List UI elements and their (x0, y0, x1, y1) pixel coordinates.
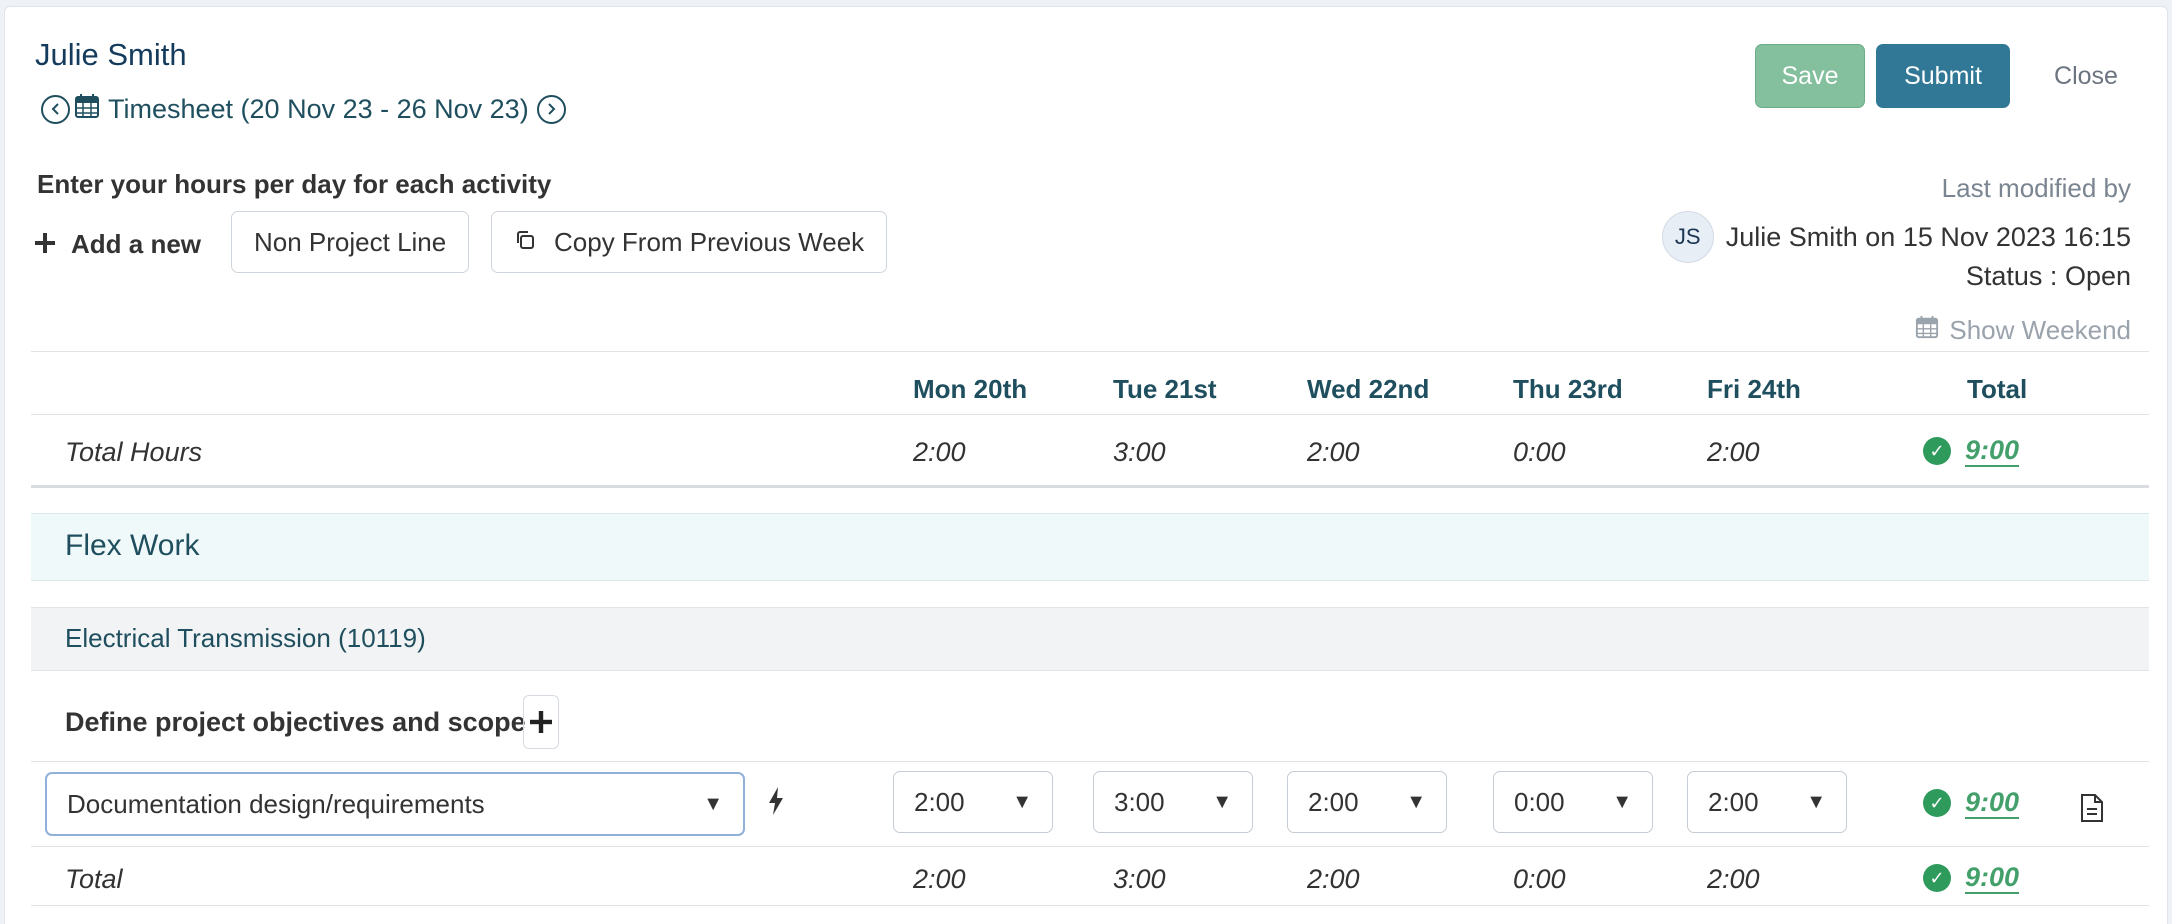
activity-hours-sum[interactable]: ✓ 9:00 (1923, 787, 2020, 819)
status-text: Status : Open (1965, 261, 2131, 291)
close-button[interactable]: Close (2031, 44, 2141, 108)
activity-value: Documentation design/requirements (67, 788, 485, 819)
timesheet-label: Timesheet (20 Nov 23 - 26 Nov 23) (108, 93, 529, 124)
calendar-icon (74, 93, 100, 126)
hours-value: 2:00 (1708, 786, 1759, 817)
hours-select-tue[interactable]: 3:00 ▼ (1093, 771, 1253, 833)
day-header-thu: Thu 23rd (1513, 374, 1623, 404)
caret-down-icon: ▼ (1212, 790, 1232, 813)
last-modified-label: Last modified by (1941, 173, 2131, 203)
document-icon[interactable] (2079, 793, 2105, 828)
check-circle-icon: ✓ (1923, 789, 1951, 817)
plus-icon (530, 704, 552, 741)
divider (31, 485, 2149, 488)
modified-text: Julie Smith on 15 Nov 2023 16:15 (1725, 221, 2131, 252)
section-total-fri: 2:00 (1707, 864, 1760, 894)
timesheet-period: Timesheet (20 Nov 23 - 26 Nov 23) (41, 91, 566, 127)
add-new-text: Add a new (71, 229, 202, 259)
total-hours-mon: 2:00 (913, 437, 966, 467)
hours-value: 2:00 (1308, 786, 1359, 817)
check-circle-icon: ✓ (1923, 864, 1951, 892)
hours-value: 2:00 (914, 786, 965, 817)
plus-icon (35, 229, 55, 260)
instruction-text: Enter your hours per day for each activi… (37, 169, 552, 199)
total-header: Total (1967, 374, 2028, 404)
timesheet-card: Julie Smith Timesheet (20 Nov 23 - 26 No… (4, 6, 2168, 924)
hours-select-fri[interactable]: 2:00 ▼ (1687, 771, 1847, 833)
copy-label: Copy From Previous Week (554, 226, 865, 257)
activity-hours-sum-value: 9:00 (1965, 787, 2020, 819)
divider (31, 846, 2149, 847)
caret-down-icon: ▼ (1806, 790, 1826, 813)
day-header-tue: Tue 21st (1113, 374, 1217, 404)
total-hours-label: Total Hours (65, 437, 203, 467)
total-hours-thu: 0:00 (1513, 437, 1566, 467)
total-hours-sum-value: 9:00 (1965, 435, 2020, 467)
section-band (31, 513, 2149, 581)
save-button[interactable]: Save (1755, 44, 1865, 108)
total-hours-tue: 3:00 (1113, 437, 1166, 467)
section-total-tue: 3:00 (1113, 864, 1166, 894)
section-total-sum-value: 9:00 (1965, 862, 2020, 894)
modified-info: JS Julie Smith on 15 Nov 2023 16:15 (1661, 211, 2131, 263)
submit-button[interactable]: Submit (1876, 44, 2010, 108)
user-name: Julie Smith (35, 37, 187, 72)
total-hours-wed: 2:00 (1307, 437, 1360, 467)
day-header-mon: Mon 20th (913, 374, 1028, 404)
section-total-label: Total (65, 864, 123, 894)
check-circle-icon: ✓ (1923, 437, 1951, 465)
previous-week-icon[interactable] (41, 94, 70, 124)
divider (31, 414, 2149, 415)
caret-down-icon: ▼ (703, 792, 723, 815)
non-project-label: Non Project Line (254, 226, 447, 257)
caret-down-icon: ▼ (1012, 790, 1032, 813)
total-hours-fri: 2:00 (1707, 437, 1760, 467)
section-total-wed: 2:00 (1307, 864, 1360, 894)
total-hours-sum[interactable]: ✓ 9:00 (1923, 435, 2020, 467)
divider (31, 905, 2149, 906)
task-title: Define project objectives and scope (65, 707, 526, 737)
project-title: Electrical Transmission (10119) (65, 623, 426, 653)
non-project-line-button[interactable]: Non Project Line (231, 211, 470, 273)
activity-select[interactable]: Documentation design/requirements ▼ (45, 772, 745, 836)
day-header-fri: Fri 24th (1707, 374, 1801, 404)
divider (31, 761, 2149, 762)
avatar: JS (1661, 211, 1714, 263)
add-activity-button[interactable] (523, 695, 559, 749)
hours-select-thu[interactable]: 0:00 ▼ (1493, 771, 1653, 833)
copy-icon (514, 227, 536, 258)
show-weekend-label: Show Weekend (1949, 315, 2131, 345)
section-total-mon: 2:00 (913, 864, 966, 894)
hours-select-mon[interactable]: 2:00 ▼ (893, 771, 1053, 833)
calendar-icon (1915, 315, 1939, 346)
hours-select-wed[interactable]: 2:00 ▼ (1287, 771, 1447, 833)
divider (31, 351, 2149, 352)
copy-previous-week-button[interactable]: Copy From Previous Week (491, 211, 888, 273)
section-total-sum[interactable]: ✓ 9:00 (1923, 862, 2020, 894)
section-total-thu: 0:00 (1513, 864, 1566, 894)
hours-value: 0:00 (1514, 786, 1565, 817)
show-weekend-toggle[interactable]: Show Weekend (1915, 315, 2131, 346)
next-week-icon[interactable] (536, 94, 566, 124)
add-new-label: Add a new (35, 229, 201, 260)
caret-down-icon: ▼ (1406, 790, 1426, 813)
caret-down-icon: ▼ (1612, 790, 1632, 813)
section-title: Flex Work (65, 529, 200, 562)
lightning-icon[interactable] (767, 787, 785, 822)
hours-value: 3:00 (1114, 786, 1165, 817)
day-header-wed: Wed 22nd (1307, 374, 1430, 404)
